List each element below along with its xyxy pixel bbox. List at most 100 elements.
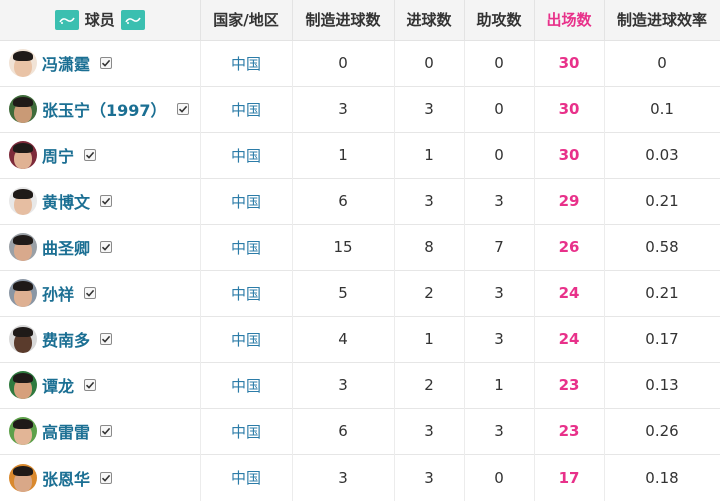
player-cell: 曲圣卿 <box>0 224 201 270</box>
assists-value: 3 <box>464 270 535 316</box>
efficiency-value: 0.17 <box>604 316 720 362</box>
country-link[interactable]: 中国 <box>200 178 293 224</box>
efficiency-value: 0.03 <box>604 132 720 178</box>
header-key-passes[interactable]: 制造进球数 <box>292 0 395 41</box>
table-row: 孙祥 中国 5 2 3 24 0.21 <box>0 270 720 316</box>
header-country[interactable]: 国家/地区 <box>200 0 293 41</box>
player-avatar[interactable] <box>9 279 37 307</box>
country-link[interactable]: 中国 <box>200 270 293 316</box>
country-link[interactable]: 中国 <box>200 362 293 408</box>
table-body: 冯潇霆 中国 0 0 0 30 0 张玉宁（1997） 中国 3 3 0 30 … <box>0 40 720 501</box>
checkbox-checked-icon[interactable] <box>100 425 113 437</box>
appearances-value: 30 <box>534 40 605 86</box>
goals-value: 2 <box>394 270 465 316</box>
player-name-link[interactable]: 冯潇霆 <box>42 51 90 75</box>
player-group: 张玉宁（1997） <box>9 95 200 123</box>
checkbox-checked-icon[interactable] <box>100 57 113 69</box>
player-group: 高雷雷 <box>9 417 200 445</box>
appearances-value: 26 <box>534 224 605 270</box>
assists-value: 3 <box>464 316 535 362</box>
table-header: 球员 国家/地区 制造进球数 进球数 助攻数 出场数 制造进球效率 <box>0 0 720 41</box>
country-link[interactable]: 中国 <box>200 224 293 270</box>
checkbox-checked-icon[interactable] <box>100 241 113 253</box>
player-name-link[interactable]: 黄博文 <box>42 189 90 213</box>
goals-value: 3 <box>394 178 465 224</box>
league-logo-icon <box>120 9 145 30</box>
header-goals[interactable]: 进球数 <box>394 0 465 41</box>
player-cell: 冯潇霆 <box>0 40 201 86</box>
header-efficiency[interactable]: 制造进球效率 <box>604 0 720 41</box>
country-link[interactable]: 中国 <box>200 454 293 501</box>
player-group: 谭龙 <box>9 371 200 399</box>
key-passes-value: 3 <box>292 86 395 132</box>
player-name-link[interactable]: 张恩华 <box>42 466 90 490</box>
country-link[interactable]: 中国 <box>200 316 293 362</box>
header-assists[interactable]: 助攻数 <box>464 0 535 41</box>
player-name-link[interactable]: 高雷雷 <box>42 419 90 443</box>
key-passes-value: 5 <box>292 270 395 316</box>
player-group: 冯潇霆 <box>9 49 200 77</box>
appearances-value: 30 <box>534 132 605 178</box>
efficiency-value: 0.26 <box>604 408 720 454</box>
checkbox-checked-icon[interactable] <box>100 195 113 207</box>
appearances-value: 23 <box>534 362 605 408</box>
player-avatar[interactable] <box>9 371 37 399</box>
player-name-link[interactable]: 张玉宁（1997） <box>42 97 167 121</box>
player-group: 孙祥 <box>9 279 200 307</box>
key-passes-value: 3 <box>292 362 395 408</box>
header-appearances[interactable]: 出场数 <box>534 0 605 41</box>
header-player[interactable]: 球员 <box>0 0 201 41</box>
appearances-value: 29 <box>534 178 605 224</box>
table-row: 周宁 中国 1 1 0 30 0.03 <box>0 132 720 178</box>
goals-value: 1 <box>394 132 465 178</box>
appearances-value: 30 <box>534 86 605 132</box>
player-group: 张恩华 <box>9 463 200 492</box>
player-avatar[interactable] <box>9 187 37 215</box>
checkbox-checked-icon[interactable] <box>84 379 97 391</box>
avatar-hair <box>13 327 33 337</box>
player-group: 周宁 <box>9 141 200 169</box>
player-name-link[interactable]: 谭龙 <box>42 373 74 397</box>
player-name-link[interactable]: 孙祥 <box>42 281 74 305</box>
assists-value: 0 <box>464 454 535 501</box>
key-passes-value: 0 <box>292 40 395 86</box>
efficiency-value: 0.58 <box>604 224 720 270</box>
player-group: 黄博文 <box>9 187 200 215</box>
checkbox-checked-icon[interactable] <box>100 471 113 484</box>
player-avatar[interactable] <box>9 325 37 353</box>
key-passes-value: 6 <box>292 408 395 454</box>
checkbox-checked-icon[interactable] <box>176 103 189 115</box>
efficiency-value: 0 <box>604 40 720 86</box>
header-player-label: 球员 <box>84 11 115 30</box>
assists-value: 0 <box>464 40 535 86</box>
checkbox-checked-icon[interactable] <box>100 333 113 345</box>
country-link[interactable]: 中国 <box>200 40 293 86</box>
player-group: 费南多 <box>9 325 200 353</box>
efficiency-value: 0.13 <box>604 362 720 408</box>
table-row: 费南多 中国 4 1 3 24 0.17 <box>0 316 720 362</box>
avatar-hair <box>13 281 33 291</box>
player-avatar[interactable] <box>9 233 37 261</box>
assists-value: 3 <box>464 178 535 224</box>
player-group: 曲圣卿 <box>9 233 200 261</box>
player-avatar[interactable] <box>9 141 37 169</box>
player-cell: 黄博文 <box>0 178 201 224</box>
country-link[interactable]: 中国 <box>200 132 293 178</box>
player-avatar[interactable] <box>9 95 37 123</box>
player-name-link[interactable]: 费南多 <box>42 327 90 351</box>
assists-value: 0 <box>464 132 535 178</box>
country-link[interactable]: 中国 <box>200 408 293 454</box>
player-avatar[interactable] <box>9 49 37 77</box>
player-cell: 高雷雷 <box>0 408 201 454</box>
checkbox-checked-icon[interactable] <box>84 149 97 161</box>
country-link[interactable]: 中国 <box>200 86 293 132</box>
player-avatar[interactable] <box>9 417 37 445</box>
player-name-link[interactable]: 曲圣卿 <box>42 235 90 259</box>
assists-value: 3 <box>464 408 535 454</box>
avatar-hair <box>13 143 33 153</box>
player-name-link[interactable]: 周宁 <box>42 143 74 167</box>
appearances-value: 23 <box>534 408 605 454</box>
avatar-hair <box>13 235 33 245</box>
checkbox-checked-icon[interactable] <box>84 287 97 299</box>
player-avatar[interactable] <box>9 463 37 492</box>
